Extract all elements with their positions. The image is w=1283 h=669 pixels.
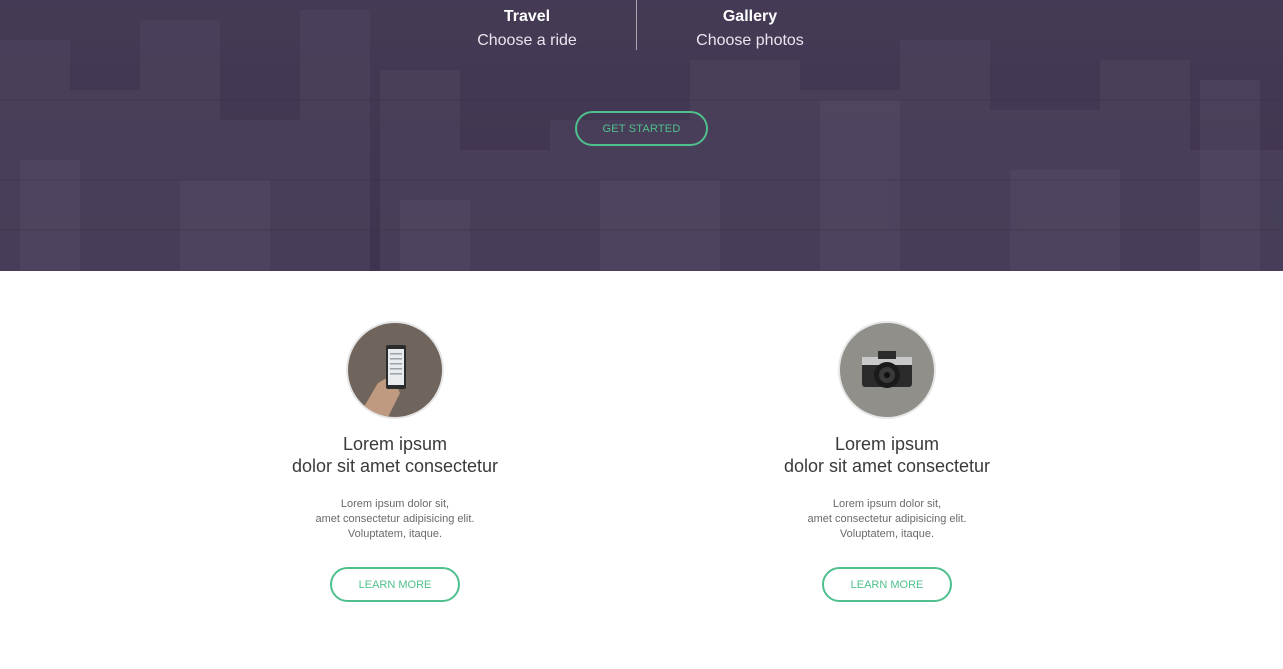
card-heading-line: Lorem ipsum: [342, 434, 448, 454]
card-heading: Lorem ipsum dolor sit amet consectetur: [727, 433, 1047, 477]
get-started-button[interactable]: GET STARTED: [575, 111, 708, 146]
travel-subtitle: Choose a ride: [477, 32, 577, 49]
card-text-line: Lorem ipsum dolor sit,: [340, 498, 450, 510]
card-text-line: Voluptatem, itaque.: [347, 528, 443, 540]
gallery-title: Gallery: [722, 8, 778, 25]
card-heading-line: Lorem ipsum: [834, 434, 940, 454]
card-image: [838, 321, 936, 419]
camera-photo-icon: [840, 323, 934, 417]
card-text: Lorem ipsum dolor sit, amet consectetur …: [727, 497, 1047, 542]
card-text-line: amet consectetur adipisicing elit.: [315, 513, 475, 525]
hero-item-travel: Travel Choose a ride: [447, 6, 607, 54]
hero-item-gallery: Gallery Choose photos: [670, 6, 830, 54]
phone-in-hand-photo-icon: [348, 323, 442, 417]
card-text: Lorem ipsum dolor sit, amet consectetur …: [235, 497, 555, 542]
learn-more-button[interactable]: LEARN MORE: [330, 567, 460, 602]
card-text-line: Voluptatem, itaque.: [839, 528, 935, 540]
travel-title: Travel: [503, 8, 551, 25]
card-image: [346, 321, 444, 419]
learn-more-button[interactable]: LEARN MORE: [822, 567, 952, 602]
hero-divider: [636, 0, 637, 50]
card-heading-line: dolor sit amet consectetur: [783, 456, 991, 476]
hero-banner: Travel Choose a ride Gallery Choose phot…: [0, 0, 1283, 271]
feature-card: Lorem ipsum dolor sit amet consectetur L…: [727, 321, 1047, 602]
feature-card: Lorem ipsum dolor sit amet consectetur L…: [235, 321, 555, 602]
card-text-line: amet consectetur adipisicing elit.: [807, 513, 967, 525]
card-heading: Lorem ipsum dolor sit amet consectetur: [235, 433, 555, 477]
gallery-subtitle: Choose photos: [696, 32, 804, 49]
card-heading-line: dolor sit amet consectetur: [291, 456, 499, 476]
card-text-line: Lorem ipsum dolor sit,: [832, 498, 942, 510]
